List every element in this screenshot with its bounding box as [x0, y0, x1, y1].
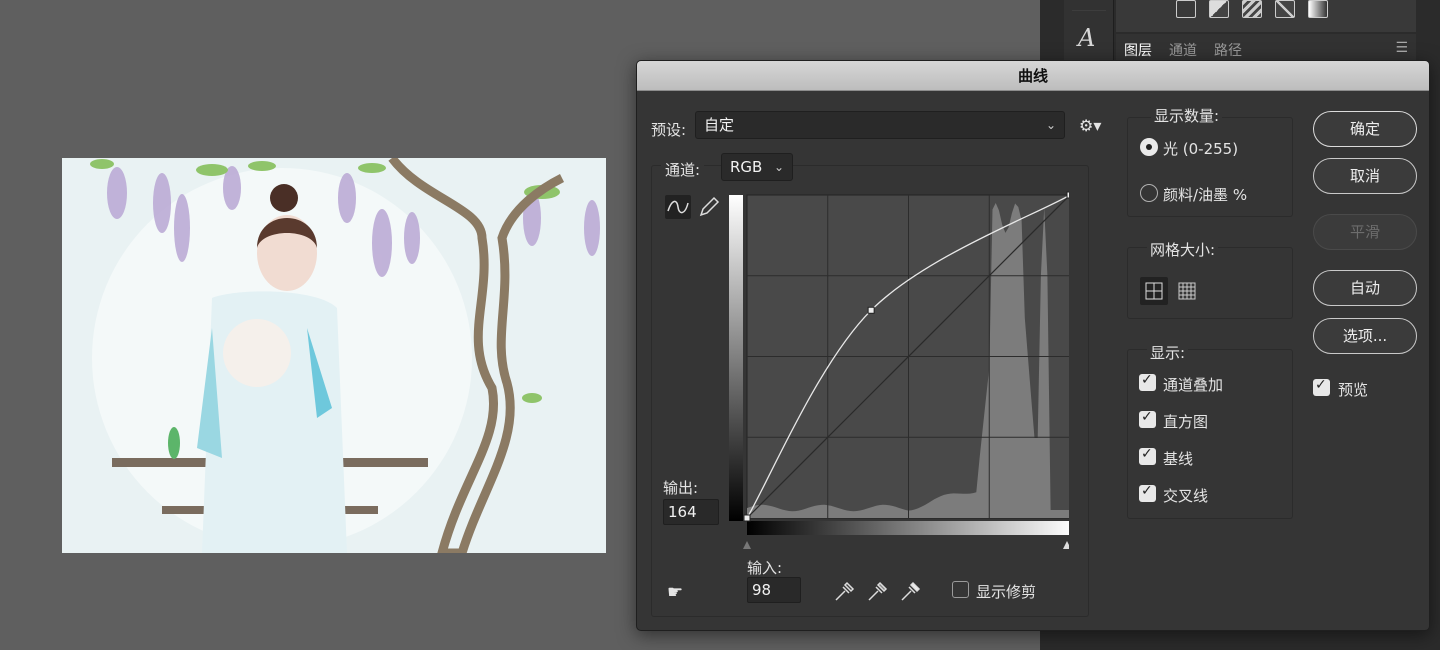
chevron-down-icon: ⌄ — [773, 160, 784, 174]
show-clipping-checkbox[interactable] — [952, 581, 969, 598]
panel-menu-icon[interactable]: ☰ — [1395, 40, 1408, 56]
input-label: 输入: — [747, 559, 783, 577]
gray-eyedropper-icon[interactable] — [868, 581, 888, 601]
curves-adjust-icon[interactable] — [1176, 0, 1196, 18]
exposure-adjust-icon[interactable] — [1209, 0, 1229, 18]
pigment-radio-label: 颜料/油墨 % — [1163, 186, 1248, 204]
simple-grid-icon — [1145, 282, 1163, 300]
type-tool-icon[interactable]: A — [1078, 24, 1095, 52]
cancel-button[interactable]: 取消 — [1313, 158, 1417, 194]
preset-label: 预设: — [651, 121, 687, 139]
channel-value: RGB — [730, 158, 763, 176]
chevron-down-icon: ⌄ — [1045, 118, 1056, 132]
gear-icon[interactable]: ⚙▾ — [1079, 116, 1101, 135]
curve-control-point[interactable] — [1066, 191, 1069, 199]
channel-mixer-icon[interactable] — [1275, 0, 1295, 18]
curve-tool-icon — [667, 200, 689, 214]
black-point-slider[interactable] — [743, 541, 751, 549]
grid-size-title: 网格大小: — [1147, 239, 1219, 260]
channel-overlay-checkbox[interactable] — [1139, 372, 1156, 391]
input-field[interactable]: 98 — [747, 577, 801, 603]
gradient-fill-icon[interactable] — [1308, 0, 1328, 18]
channel-label: 通道: — [661, 159, 705, 180]
tab-layers[interactable]: 图层 — [1124, 40, 1152, 60]
output-field[interactable]: 164 — [663, 499, 719, 525]
curves-dialog: 曲线 预设: 自定 ⌄ ⚙▾ 通道: RGB ⌄ 输出: 164 输入: 98 … — [636, 60, 1430, 631]
eyedropper-group — [835, 581, 921, 601]
channel-overlay-label: 通道叠加 — [1163, 376, 1224, 394]
tab-paths[interactable]: 路径 — [1214, 40, 1242, 60]
histogram-checkbox[interactable] — [1139, 409, 1156, 428]
preset-value: 自定 — [704, 116, 735, 134]
detailed-grid-icon — [1178, 282, 1196, 300]
auto-button[interactable]: 自动 — [1313, 270, 1417, 306]
gradient-map-icon[interactable] — [1242, 0, 1262, 18]
display-amount-title: 显示数量: — [1151, 105, 1223, 126]
curve-edit-tool[interactable] — [665, 195, 691, 219]
output-label: 输出: — [663, 479, 699, 497]
channel-select[interactable]: RGB ⌄ — [721, 153, 793, 181]
show-clipping-label: 显示修剪 — [976, 583, 1037, 601]
ok-button[interactable]: 确定 — [1313, 111, 1417, 147]
input-gradient-bar — [747, 521, 1069, 535]
canvas-image — [62, 158, 606, 553]
detailed-grid-button[interactable] — [1173, 277, 1201, 305]
curve-control-point[interactable] — [867, 306, 875, 314]
adjustments-icon-row — [1116, 0, 1416, 32]
curve-graph[interactable] — [729, 191, 1069, 551]
smooth-button[interactable]: 平滑 — [1313, 214, 1417, 250]
light-radio[interactable] — [1140, 138, 1158, 156]
tool-separator — [1072, 10, 1106, 11]
histogram-label: 直方图 — [1163, 413, 1209, 431]
dialog-title[interactable]: 曲线 — [637, 61, 1429, 91]
show-title: 显示: — [1147, 342, 1189, 363]
intersection-checkbox[interactable] — [1139, 483, 1156, 502]
pigment-radio[interactable] — [1140, 184, 1158, 202]
pencil-tool[interactable] — [697, 195, 721, 219]
white-point-slider[interactable] — [1063, 541, 1069, 549]
layers-panel-tabs: 图层 通道 路径 ☰ — [1116, 34, 1416, 62]
output-gradient-bar — [729, 195, 743, 521]
intersection-label: 交叉线 — [1163, 487, 1209, 505]
pencil-icon — [699, 196, 720, 217]
preview-checkbox[interactable] — [1313, 377, 1330, 396]
tab-channels[interactable]: 通道 — [1169, 40, 1197, 60]
white-eyedropper-icon[interactable] — [901, 581, 921, 601]
tool-strip: A — [1064, 0, 1114, 62]
preset-select[interactable]: 自定 ⌄ — [695, 111, 1065, 139]
baseline-label: 基线 — [1163, 450, 1194, 468]
black-eyedropper-icon[interactable] — [835, 581, 855, 601]
photo-illustration — [62, 158, 606, 553]
options-button[interactable]: 选项... — [1313, 318, 1417, 354]
baseline-checkbox[interactable] — [1139, 446, 1156, 465]
curve-control-point[interactable] — [743, 514, 751, 522]
light-radio-label: 光 (0-255) — [1163, 140, 1239, 158]
simple-grid-button[interactable] — [1140, 277, 1168, 305]
target-adjust-icon[interactable]: ☛ — [667, 582, 683, 603]
preview-label: 预览 — [1338, 381, 1369, 399]
